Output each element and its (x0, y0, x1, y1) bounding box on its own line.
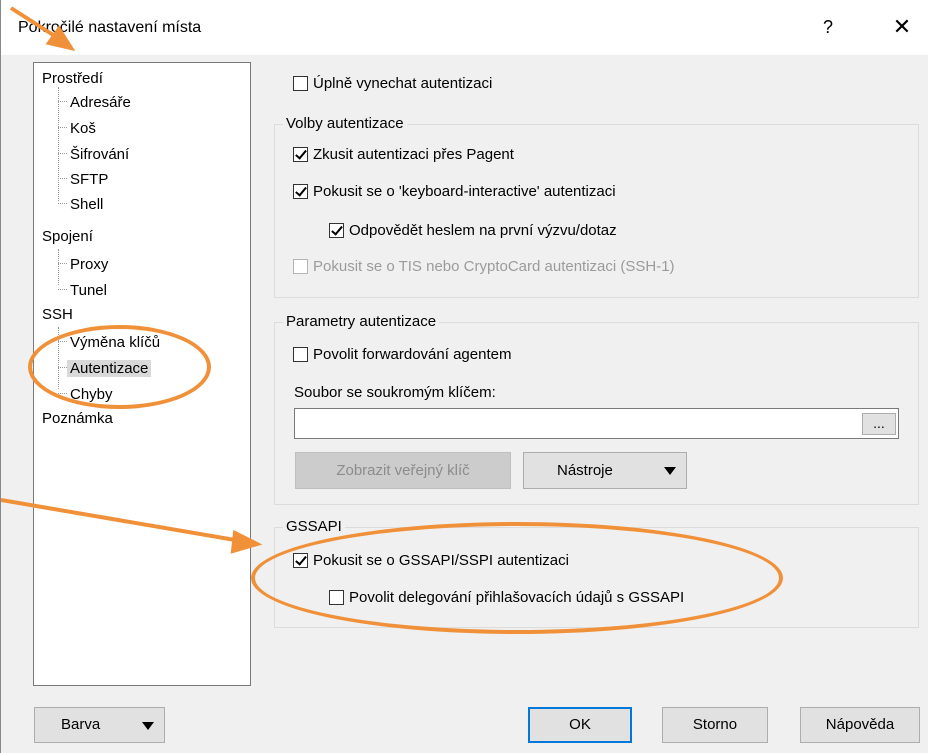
annotation-arrows (1, 6, 263, 554)
arrow-to-gssapi-icon (1, 498, 242, 543)
arrow-head-icon (230, 529, 263, 554)
arrow-head-icon (45, 25, 76, 52)
advanced-site-settings-dialog: Pokročilé nastavení místa ? ✕ Prostředí … (0, 0, 928, 753)
